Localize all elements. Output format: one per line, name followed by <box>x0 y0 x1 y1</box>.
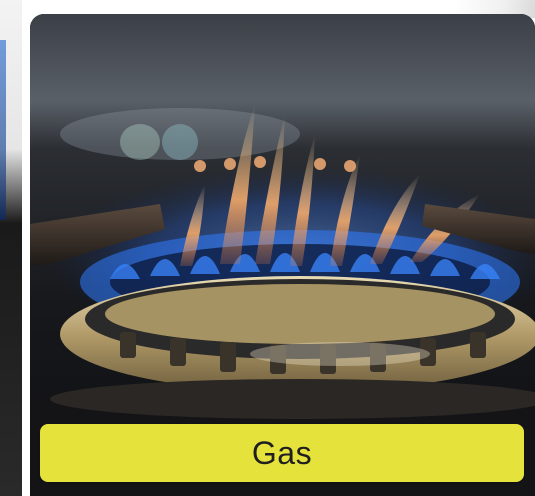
gas-label: Gas <box>251 434 313 471</box>
page: Gas <box>0 0 535 496</box>
gas-label-bar[interactable]: Gas <box>40 424 524 482</box>
adjacent-card-edge <box>0 0 22 496</box>
